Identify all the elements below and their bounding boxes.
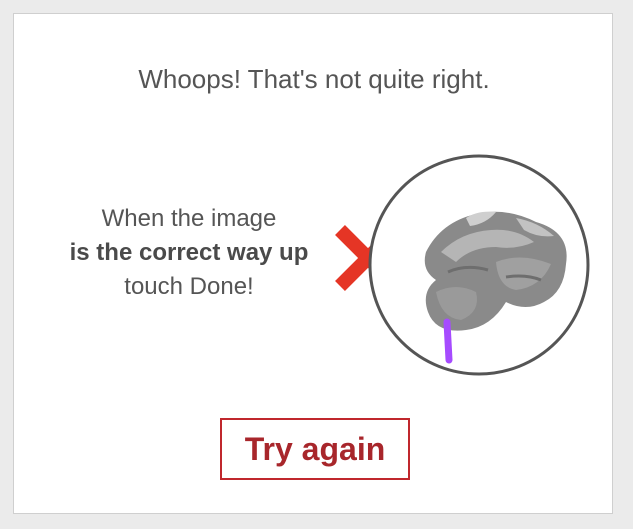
feedback-title: Whoops! That's not quite right. bbox=[138, 64, 490, 94]
feedback-panel: Whoops! That's not quite right. When the… bbox=[13, 13, 613, 514]
rotation-dial[interactable] bbox=[366, 152, 592, 378]
try-again-button[interactable]: Try again bbox=[220, 418, 410, 480]
rotation-handle[interactable] bbox=[443, 318, 453, 364]
instruction-line-2: is the correct way up bbox=[69, 239, 309, 266]
instruction-line-3: touch Done! bbox=[124, 273, 254, 300]
instructions: When the image is the correct way up tou… bbox=[44, 202, 334, 304]
instruction-line-1: When the image bbox=[101, 205, 277, 232]
